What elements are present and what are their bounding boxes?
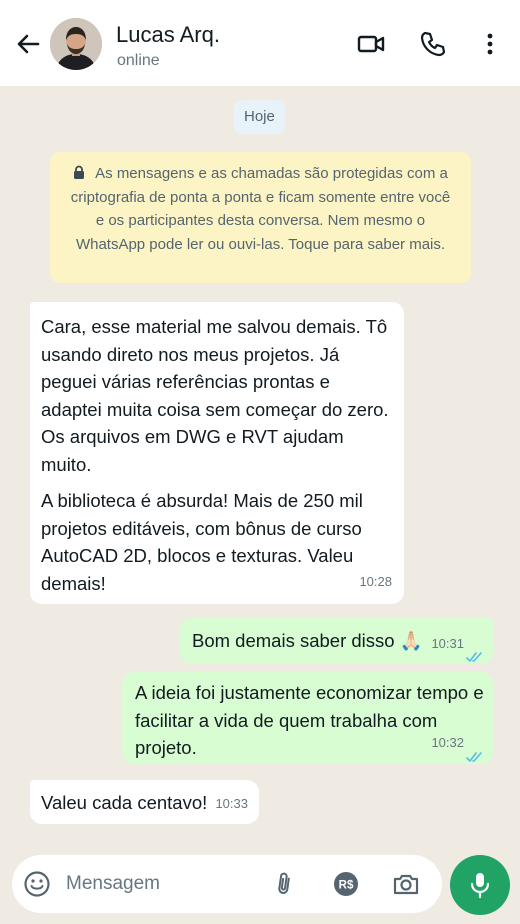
message-bubble-incoming[interactable]: Cara, esse material me salvou demais. Tô… xyxy=(30,302,404,604)
read-receipt-icon xyxy=(466,643,484,662)
voice-call-icon[interactable] xyxy=(419,30,447,58)
mic-icon xyxy=(470,873,490,898)
contact-name[interactable]: Lucas Arq. xyxy=(116,22,220,48)
message-text: Valeu cada centavo! xyxy=(41,792,208,813)
attach-icon[interactable] xyxy=(270,870,298,898)
mic-button[interactable] xyxy=(450,855,510,915)
chat-header: Lucas Arq. online xyxy=(0,0,520,86)
emoji-icon[interactable] xyxy=(23,870,51,898)
payment-icon[interactable]: R$ xyxy=(332,870,360,898)
encryption-notice[interactable]: As mensagens e as chamadas são protegida… xyxy=(50,152,471,283)
message-time: 10:28 xyxy=(359,573,392,589)
more-options-icon[interactable] xyxy=(476,30,504,58)
encryption-notice-text: As mensagens e as chamadas são protegida… xyxy=(70,165,451,253)
contact-status: online xyxy=(117,52,160,69)
message-bubble-outgoing[interactable]: A ideia foi justamente economizar tempo … xyxy=(122,672,493,764)
message-time: 10:32 xyxy=(431,734,464,750)
back-arrow-icon[interactable] xyxy=(14,30,42,58)
message-bubble-outgoing[interactable]: Bom demais saber disso 🙏🏻 10:31 xyxy=(180,618,493,664)
message-text: A biblioteca é absurda! Mais de 250 mil … xyxy=(41,490,363,594)
message-time: 10:33 xyxy=(215,795,248,811)
lock-icon xyxy=(73,163,85,179)
message-text: Cara, esse material me salvou demais. Tô… xyxy=(41,316,389,475)
read-receipt-icon xyxy=(466,743,484,762)
message-text: Bom demais saber disso 🙏🏻 xyxy=(192,630,423,651)
message-input[interactable] xyxy=(66,855,266,913)
message-composer: R$ xyxy=(12,855,442,913)
message-bubble-incoming[interactable]: Valeu cada centavo! 10:33 xyxy=(30,780,259,824)
camera-icon[interactable] xyxy=(392,870,420,898)
message-time: 10:31 xyxy=(431,635,464,651)
avatar[interactable] xyxy=(50,18,102,70)
svg-text:R$: R$ xyxy=(339,880,354,892)
video-call-icon[interactable] xyxy=(357,30,385,58)
date-chip: Hoje xyxy=(234,100,285,134)
